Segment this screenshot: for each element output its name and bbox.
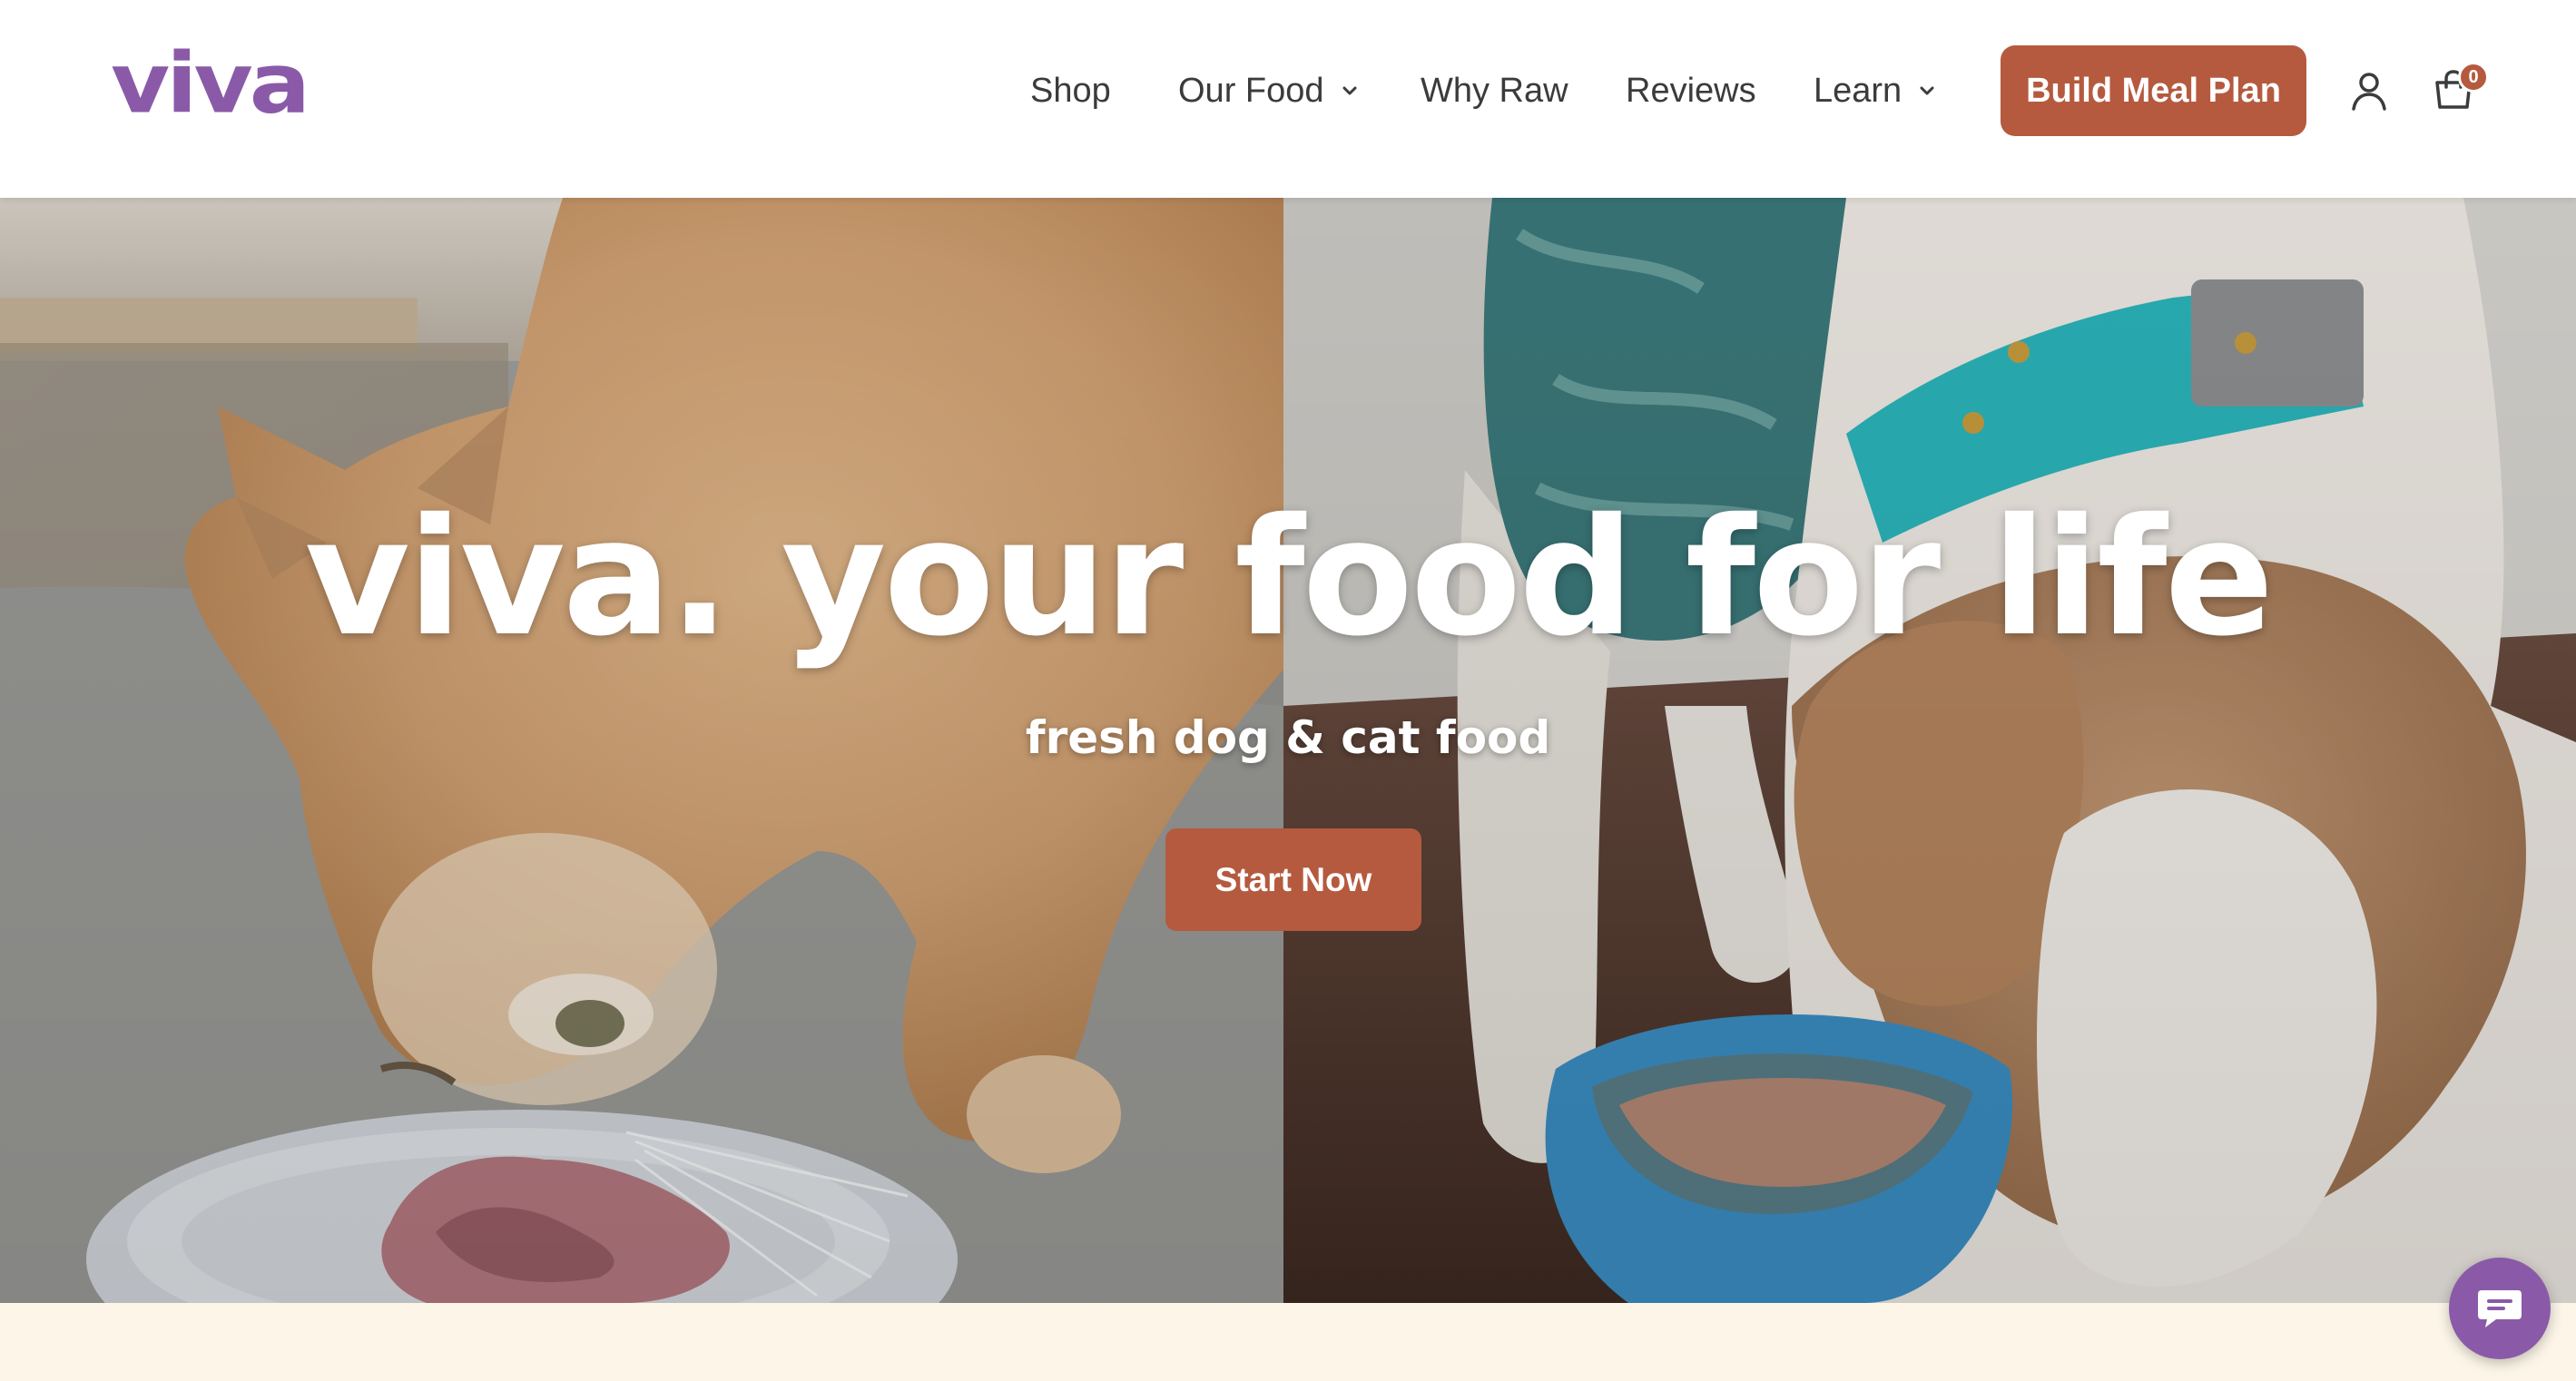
hero-section: viva. your food for life fresh dog & cat…	[0, 198, 2576, 1303]
hero-title: viva. your food for life	[304, 484, 2275, 671]
site-header: viva Shop Our Food Why Raw Reviews Learn…	[0, 0, 2576, 198]
nav-label-why-raw: Why Raw	[1421, 71, 1568, 110]
nav-label-our-food: Our Food	[1178, 71, 1324, 110]
nav-label-shop: Shop	[1030, 71, 1111, 110]
nav-label-learn: Learn	[1814, 71, 1903, 110]
viva-logo[interactable]: viva	[111, 42, 310, 125]
chevron-down-icon	[1920, 83, 1934, 98]
next-section-band	[0, 1303, 2576, 1381]
cart-count-badge: 0	[2458, 62, 2489, 93]
chevron-down-icon	[1342, 83, 1357, 98]
nav-item-our-food[interactable]: Our Food	[1178, 72, 1357, 111]
person-icon[interactable]	[2351, 71, 2387, 111]
nav-item-learn[interactable]: Learn	[1814, 72, 1934, 111]
nav-item-shop[interactable]: Shop	[1030, 72, 1111, 111]
build-meal-plan-button[interactable]: Build Meal Plan	[2001, 45, 2306, 136]
start-now-button[interactable]: Start Now	[1165, 828, 1421, 931]
chat-bubble-icon[interactable]	[2449, 1258, 2551, 1359]
hero-subtitle: fresh dog & cat food	[1025, 711, 1551, 764]
nav-item-why-raw[interactable]: Why Raw	[1421, 72, 1568, 111]
nav-item-reviews[interactable]: Reviews	[1626, 72, 1756, 111]
nav-label-reviews: Reviews	[1626, 71, 1756, 110]
